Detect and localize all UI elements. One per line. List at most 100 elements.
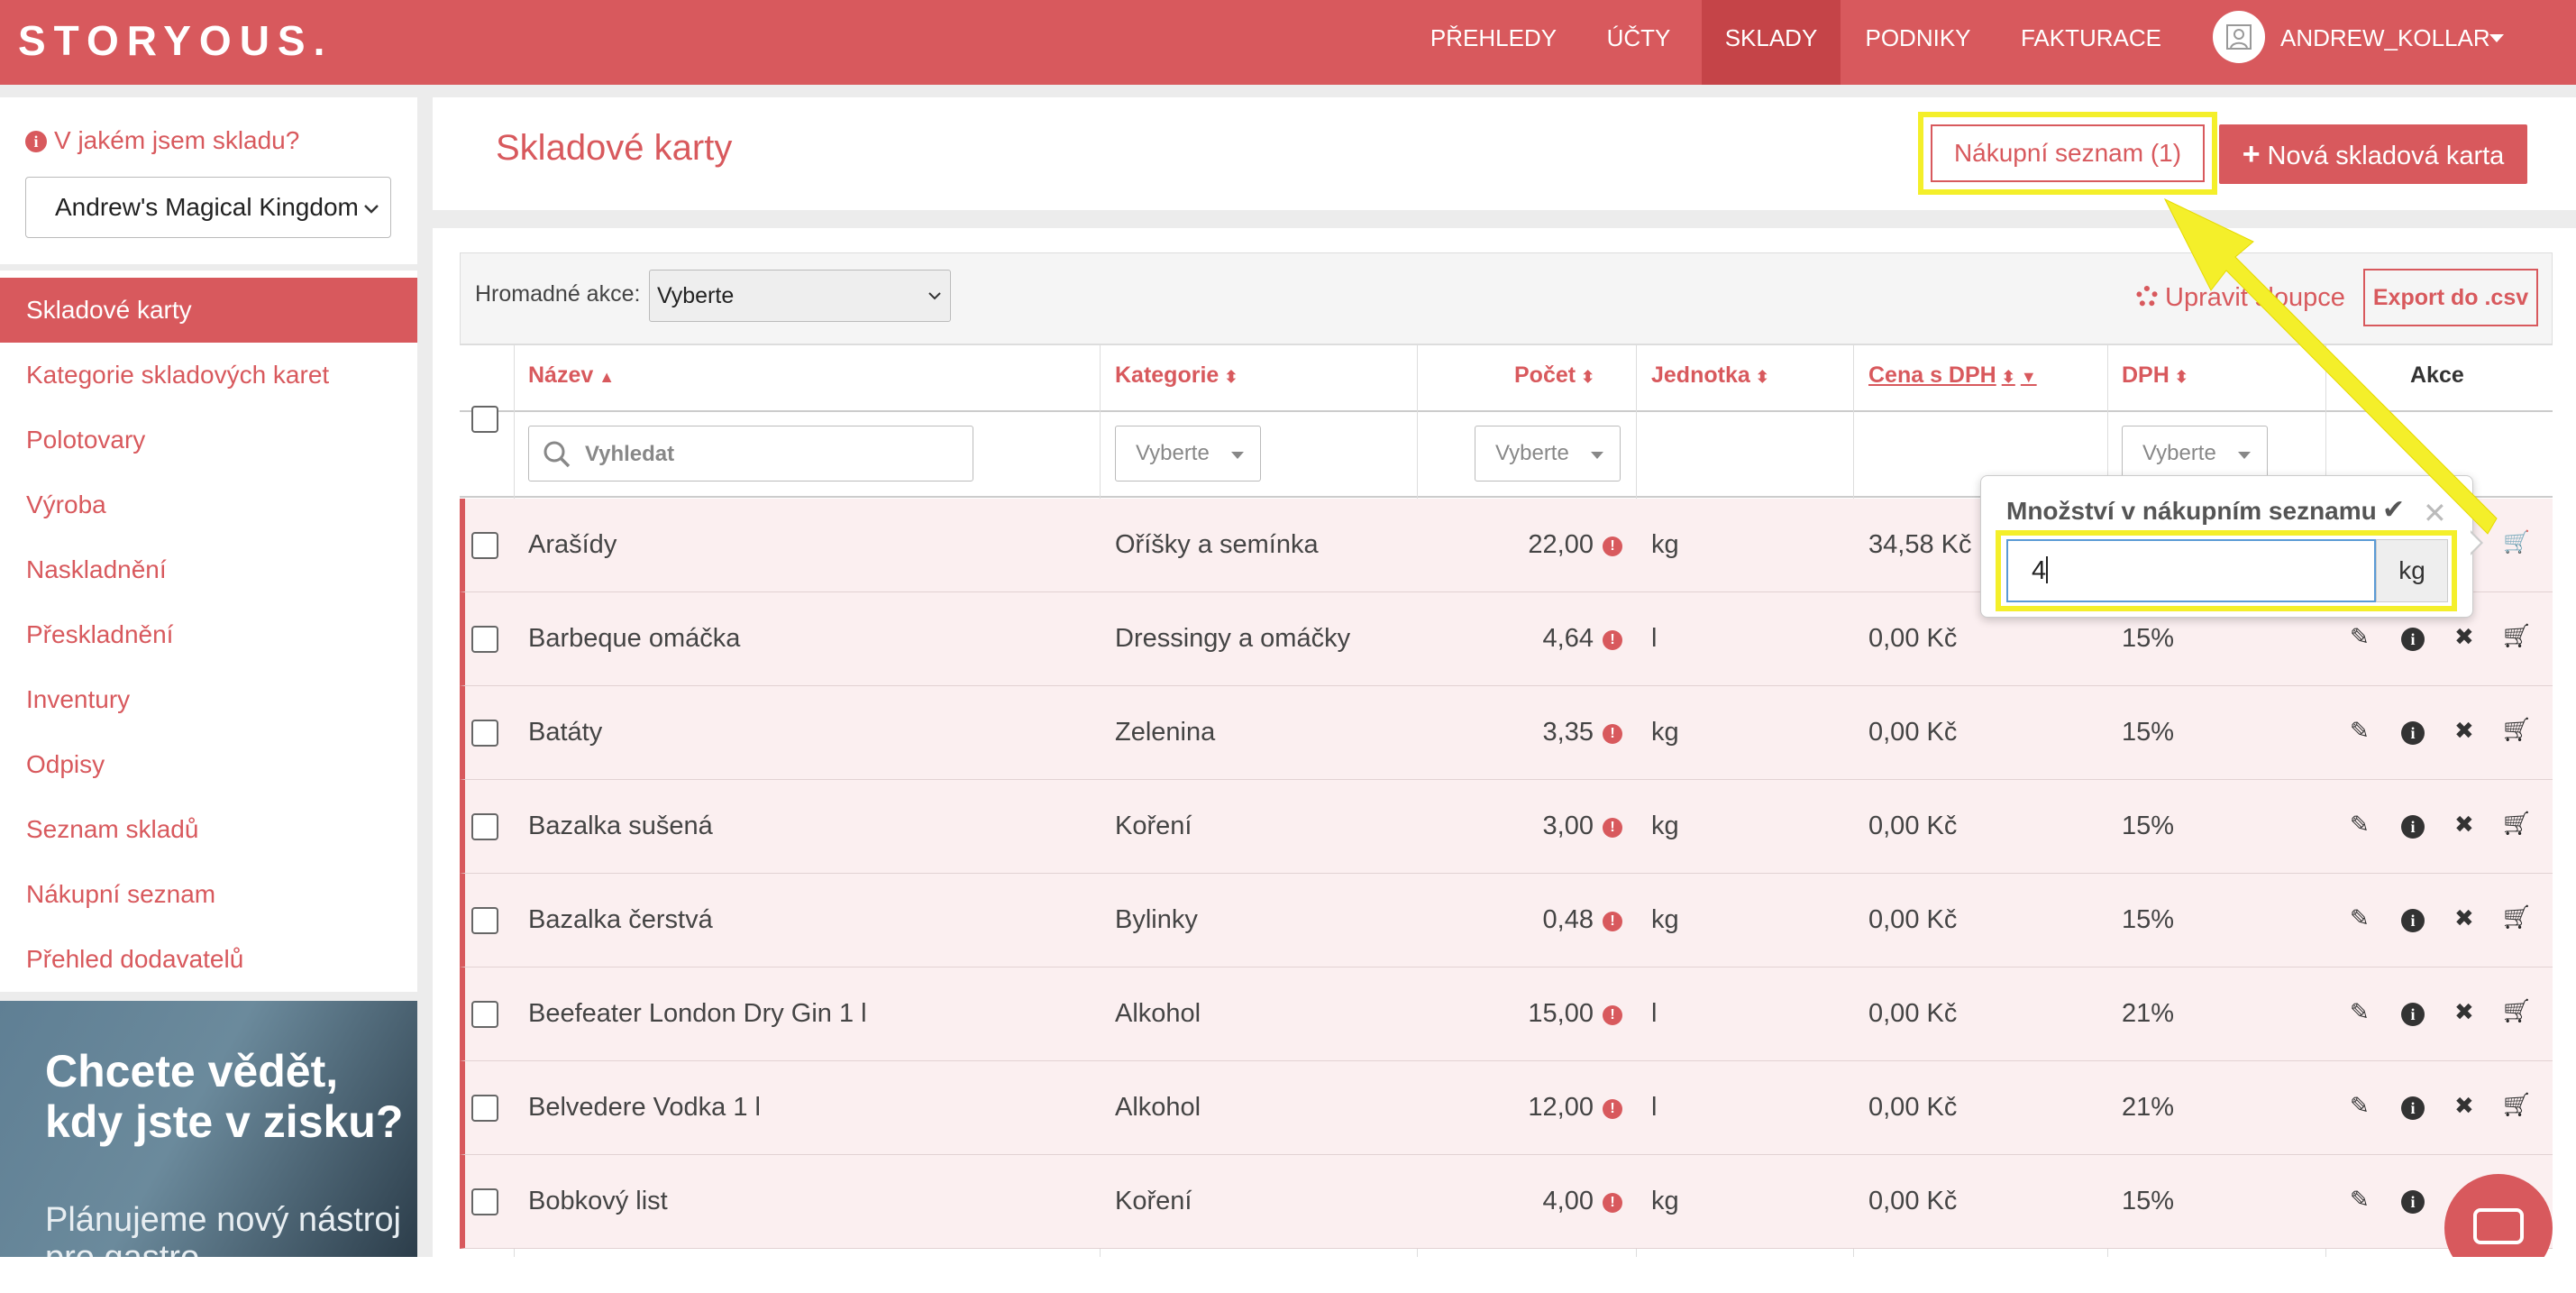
- delete-icon[interactable]: ✖: [2454, 1092, 2474, 1120]
- row-checkbox[interactable]: [471, 1001, 498, 1028]
- row-checkbox[interactable]: [471, 1095, 498, 1122]
- delete-icon[interactable]: ✖: [2454, 998, 2474, 1026]
- nav-prehledy[interactable]: PŘEHLEDY: [1415, 0, 1572, 85]
- sidebar-item-nakupni-seznam[interactable]: Nákupní seznam: [0, 862, 417, 927]
- cart-icon[interactable]: 🛒: [2503, 811, 2530, 837]
- item-count: 22,00!: [1433, 530, 1622, 560]
- item-category: Oříšky a semínka: [1115, 530, 1319, 559]
- info-icon[interactable]: i: [2401, 1092, 2425, 1120]
- delete-icon[interactable]: ✖: [2454, 717, 2474, 745]
- delete-icon[interactable]: ✖: [2454, 623, 2474, 651]
- sidebar-item-kategorie[interactable]: Kategorie skladových karet: [0, 343, 417, 408]
- row-checkbox[interactable]: [471, 720, 498, 747]
- cart-icon[interactable]: 🛒: [2503, 1092, 2530, 1118]
- edit-columns-link[interactable]: Upravit sloupce: [2136, 283, 2345, 313]
- edit-icon[interactable]: ✎: [2350, 1092, 2370, 1120]
- info-icon[interactable]: i: [2401, 623, 2425, 651]
- chevron-down-icon: ▼: [2020, 368, 2037, 386]
- column-header-pocet[interactable]: Počet ⬍: [1514, 362, 1594, 389]
- new-stock-card-label: Nová skladová karta: [2267, 142, 2505, 170]
- sidebar-item-seznam-skladu[interactable]: Seznam skladů: [0, 797, 417, 862]
- count-filter-select[interactable]: Vyberte: [1475, 426, 1621, 481]
- category-filter-select[interactable]: Vyberte: [1115, 426, 1261, 481]
- check-icon[interactable]: ✔: [2382, 494, 2405, 526]
- sidebar-item-inventury[interactable]: Inventury: [0, 667, 417, 732]
- info-icon[interactable]: i: [2401, 811, 2425, 839]
- warehouse-select[interactable]: Andrew's Magical Kingdom: [25, 177, 391, 238]
- column-header-dph-label: DPH: [2122, 362, 2170, 388]
- row-checkbox[interactable]: [471, 626, 498, 653]
- sidebar-item-naskladneni[interactable]: Naskladnění: [0, 537, 417, 602]
- column-header-jednotka[interactable]: Jednotka ⬍: [1651, 362, 1769, 389]
- edit-icon[interactable]: ✎: [2350, 811, 2370, 839]
- cart-icon[interactable]: 🛒: [2503, 998, 2530, 1024]
- storyous-logo[interactable]: STORYOUS.: [18, 16, 333, 65]
- column-header-pocet-label: Počet: [1514, 362, 1576, 388]
- close-icon[interactable]: ✕: [2423, 496, 2447, 530]
- column-header-dph[interactable]: DPH ⬍: [2122, 362, 2188, 389]
- edit-icon[interactable]: ✎: [2350, 998, 2370, 1026]
- new-stock-card-button[interactable]: + Nová skladová karta: [2219, 124, 2527, 184]
- sidebar-item-vyroba[interactable]: Výroba: [0, 472, 417, 537]
- row-checkbox[interactable]: [471, 907, 498, 934]
- item-vat: 15%: [2122, 1187, 2175, 1215]
- item-vat: 15%: [2122, 905, 2175, 934]
- row-checkbox[interactable]: [471, 813, 498, 840]
- cart-icon[interactable]: 🛒: [2503, 529, 2530, 555]
- item-count: 3,00!: [1433, 812, 1622, 841]
- export-csv-button[interactable]: Export do .csv: [2363, 269, 2538, 326]
- cart-icon[interactable]: 🛒: [2503, 904, 2530, 931]
- column-header-cena[interactable]: Cena s DPH ⬍ ▼: [1868, 362, 2037, 389]
- edit-icon[interactable]: ✎: [2350, 623, 2370, 651]
- delete-icon[interactable]: ✖: [2454, 904, 2474, 932]
- row-checkbox[interactable]: [471, 532, 498, 559]
- item-vat: 15%: [2122, 812, 2175, 840]
- sidebar-item-preskladneni[interactable]: Přeskladnění: [0, 602, 417, 667]
- user-avatar[interactable]: [2213, 11, 2265, 63]
- select-all-checkbox[interactable]: [471, 406, 498, 433]
- info-icon[interactable]: i: [2401, 998, 2425, 1026]
- delete-icon[interactable]: ✖: [2454, 811, 2474, 839]
- item-count: 4,00!: [1433, 1187, 1622, 1216]
- info-icon[interactable]: i: [2401, 717, 2425, 745]
- low-stock-warning-icon: !: [1603, 630, 1622, 650]
- promo-banner[interactable]: Chcete vědět, kdy jste v zisku? Plánujem…: [0, 1001, 417, 1257]
- nav-sklady[interactable]: SKLADY: [1702, 0, 1841, 85]
- item-price: 0,00 Kč: [1868, 812, 1958, 840]
- item-price: 34,58 Kč: [1868, 530, 1972, 559]
- bulk-actions-select[interactable]: Vyberte: [649, 270, 951, 322]
- edit-icon[interactable]: ✎: [2350, 904, 2370, 932]
- edit-icon[interactable]: ✎: [2350, 717, 2370, 745]
- item-count-value: 0,48: [1542, 905, 1594, 934]
- bulk-actions-label: Hromadné akce:: [475, 281, 641, 307]
- chevron-down-icon[interactable]: [2489, 34, 2504, 42]
- search-input[interactable]: Vyhledat: [528, 426, 973, 481]
- column-header-kategorie[interactable]: Kategorie ⬍: [1115, 362, 1238, 389]
- vat-filter-select[interactable]: Vyberte: [2122, 426, 2268, 481]
- item-vat: 21%: [2122, 1093, 2175, 1122]
- item-count: 12,00!: [1433, 1093, 1622, 1123]
- sort-icon: ⬍: [2001, 368, 2015, 386]
- info-icon[interactable]: i: [2401, 904, 2425, 932]
- sidebar-item-skladove-karty[interactable]: Skladové karty: [0, 278, 417, 343]
- info-icon[interactable]: i: [2401, 1186, 2425, 1214]
- column-header-nazev[interactable]: Název ▲: [528, 362, 615, 389]
- item-count-value: 4,64: [1542, 624, 1594, 653]
- item-vat: 21%: [2122, 999, 2175, 1028]
- chat-icon: [2473, 1208, 2524, 1244]
- nav-ucty[interactable]: ÚČTY: [1585, 0, 1693, 85]
- row-checkbox[interactable]: [471, 1188, 498, 1215]
- cart-icon[interactable]: 🛒: [2503, 717, 2530, 743]
- sidebar-item-prehled-dodavatelu[interactable]: Přehled dodavatelů: [0, 927, 417, 992]
- nav-fakturace[interactable]: FAKTURACE: [1988, 0, 2194, 85]
- table-header-row: [460, 344, 2553, 412]
- user-name[interactable]: ANDREW_KOLLAR: [2280, 0, 2490, 85]
- sidebar-item-polotovary[interactable]: Polotovary: [0, 408, 417, 472]
- popover-arrow-inner: [2470, 532, 2480, 554]
- cart-icon[interactable]: 🛒: [2503, 623, 2530, 649]
- edit-icon[interactable]: ✎: [2350, 1186, 2370, 1214]
- item-name: Batáty: [528, 718, 603, 747]
- chevron-down-icon: [364, 205, 379, 214]
- sidebar-item-odpisy[interactable]: Odpisy: [0, 732, 417, 797]
- nav-podniky[interactable]: PODNIKY: [1857, 0, 1979, 85]
